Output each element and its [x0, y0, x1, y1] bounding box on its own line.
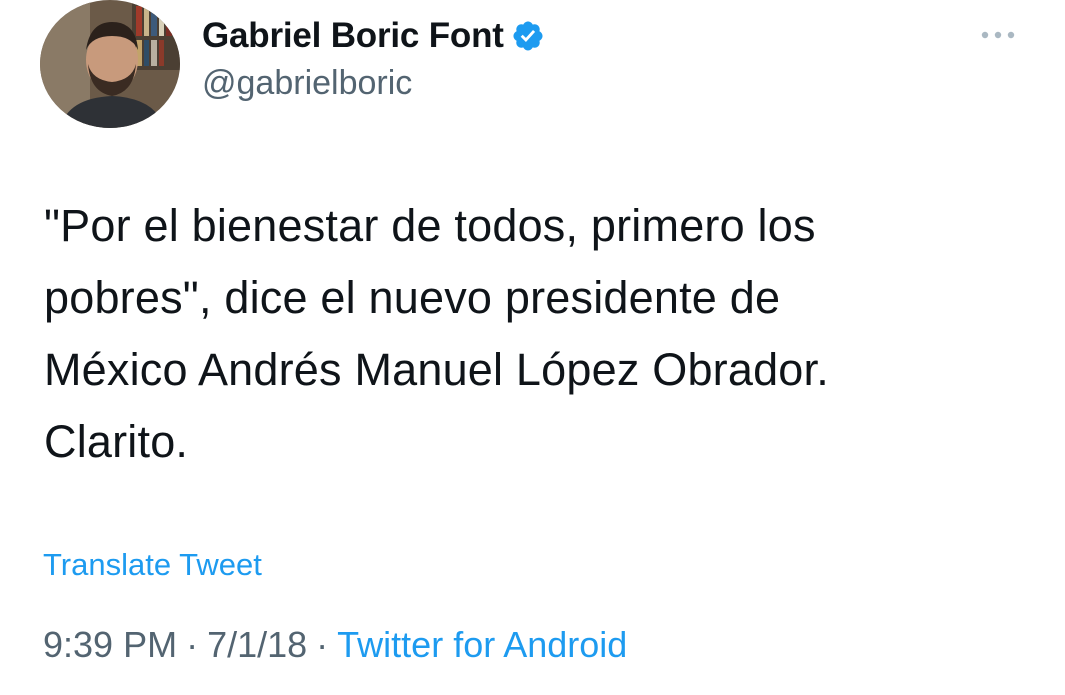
tweet-card: Gabriel Boric Font @gabrielboric "Por el… [0, 0, 1065, 695]
author-display-name[interactable]: Gabriel Boric Font [202, 16, 504, 56]
tweet-source-link[interactable]: Twitter for Android [337, 624, 627, 666]
tweet-date[interactable]: 7/1/18 [207, 624, 307, 666]
meta-separator: · [186, 624, 199, 665]
avatar-image [40, 0, 180, 128]
meta-separator: · [316, 624, 329, 665]
avatar[interactable] [40, 0, 180, 128]
more-options-icon[interactable] [977, 25, 1019, 45]
tweet-text: "Por el bienestar de todos, primero los … [44, 200, 829, 467]
tweet-metadata: 9:39 PM · 7/1/18 · Twitter for Android [43, 624, 627, 666]
tweet-time[interactable]: 9:39 PM [43, 624, 177, 666]
verified-badge-icon [511, 19, 545, 53]
translate-tweet-link[interactable]: Translate Tweet [43, 547, 262, 583]
author-handle[interactable]: @gabrielboric [202, 64, 412, 103]
author-name-row: Gabriel Boric Font [202, 13, 545, 59]
